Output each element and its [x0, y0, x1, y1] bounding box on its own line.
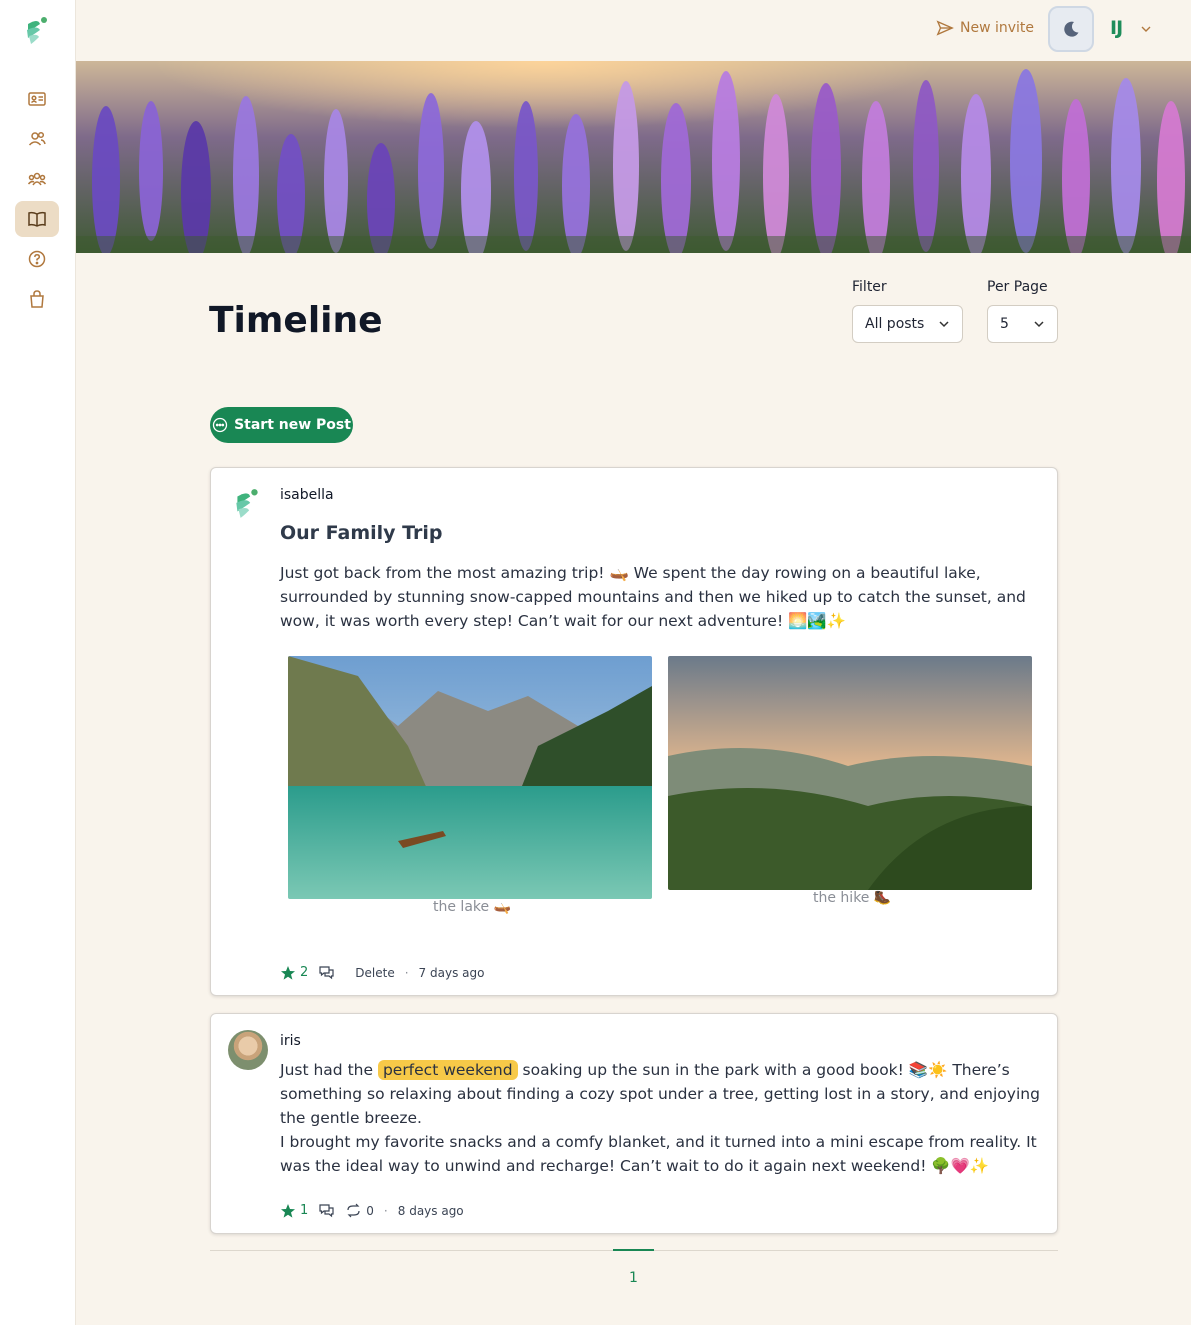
moon-icon — [1064, 21, 1079, 37]
sidebar — [0, 0, 76, 1325]
separator-dot: · — [383, 1203, 388, 1218]
cover-banner — [76, 61, 1191, 253]
per-page-value: 5 — [1000, 316, 1009, 332]
sidebar-item-timeline[interactable] — [15, 201, 59, 237]
new-invite-button[interactable]: New invite — [936, 19, 1034, 37]
post-card: iris Just had the perfect weekend soakin… — [210, 1013, 1058, 1234]
delete-button[interactable]: Delete — [355, 966, 394, 980]
chevron-down-icon — [1034, 321, 1044, 328]
repost-count: 0 — [366, 1203, 374, 1218]
image-caption: the hike 🥾 — [813, 890, 892, 906]
post-body-paragraph: I brought my favorite snacks and a comfy… — [280, 1133, 1037, 1175]
chat-bubble-icon — [212, 417, 228, 433]
filter-value: All posts — [865, 316, 925, 332]
star-icon — [281, 1203, 295, 1218]
repost-icon — [347, 1203, 360, 1218]
sidebar-item-help[interactable] — [15, 241, 59, 277]
post-body: Just got back from the most amazing trip… — [280, 564, 1026, 630]
id-card-icon — [28, 92, 46, 106]
comment-icon[interactable] — [318, 964, 335, 981]
sidebar-item-shop[interactable] — [15, 281, 59, 317]
filter-select[interactable]: All posts — [852, 305, 963, 343]
pagination-page[interactable]: 1 — [629, 1270, 638, 1286]
star-icon — [281, 965, 295, 980]
sidebar-item-contacts[interactable] — [15, 81, 59, 117]
page-title: Timeline — [209, 300, 383, 341]
post-author[interactable]: iris — [280, 1033, 301, 1049]
image-caption: the lake 🛶 — [433, 899, 511, 915]
author-avatar[interactable] — [228, 1030, 268, 1070]
new-invite-label: New invite — [960, 20, 1035, 36]
per-page-label: Per Page — [987, 279, 1048, 295]
post-body-text: Just had the — [280, 1061, 378, 1079]
group-icon — [27, 172, 47, 186]
pagination-active-indicator — [613, 1249, 654, 1251]
chevron-down-icon[interactable] — [1140, 23, 1152, 35]
post-image-hike[interactable] — [668, 656, 1032, 890]
post-title: Our Family Trip — [280, 522, 443, 544]
sidebar-item-groups[interactable] — [15, 161, 59, 197]
sidebar-item-users[interactable] — [15, 121, 59, 157]
star-button[interactable]: 1 — [280, 1203, 308, 1219]
repost-button[interactable]: 0 — [345, 1202, 374, 1219]
start-new-post-label: Start new Post — [234, 417, 351, 433]
post-meta: 2 Delete · 7 days ago — [280, 964, 484, 981]
filter-label: Filter — [852, 279, 887, 295]
post-body: Just had the perfect weekend soaking up … — [280, 1058, 1043, 1130]
help-icon — [28, 250, 46, 268]
post-card: isabella Our Family Trip Just got back f… — [210, 467, 1058, 996]
shopping-bag-icon — [30, 290, 44, 308]
star-count: 2 — [300, 965, 309, 980]
theme-toggle-button[interactable] — [1048, 6, 1094, 52]
send-icon — [936, 20, 954, 36]
book-icon — [28, 211, 46, 227]
per-page-select[interactable]: 5 — [987, 305, 1058, 343]
users-icon — [28, 131, 46, 146]
post-image-lake[interactable] — [288, 656, 652, 899]
star-button[interactable]: 2 — [280, 965, 308, 981]
start-new-post-button[interactable]: Start new Post — [210, 407, 353, 443]
post-time[interactable]: 7 days ago — [419, 966, 485, 980]
chevron-down-icon — [939, 321, 949, 328]
author-avatar[interactable] — [233, 488, 261, 520]
user-avatar[interactable]: IJ — [1110, 17, 1123, 39]
app-logo[interactable] — [24, 16, 50, 46]
post-author[interactable]: isabella — [280, 487, 334, 503]
star-count: 1 — [300, 1203, 309, 1218]
post-time[interactable]: 8 days ago — [398, 1204, 464, 1218]
separator-dot: · — [404, 965, 409, 980]
highlighted-text: perfect weekend — [377, 1060, 518, 1080]
topbar: New invite IJ — [76, 0, 1191, 61]
comment-icon[interactable] — [318, 1202, 335, 1219]
post-meta: 1 0 · 8 days ago — [280, 1202, 464, 1219]
